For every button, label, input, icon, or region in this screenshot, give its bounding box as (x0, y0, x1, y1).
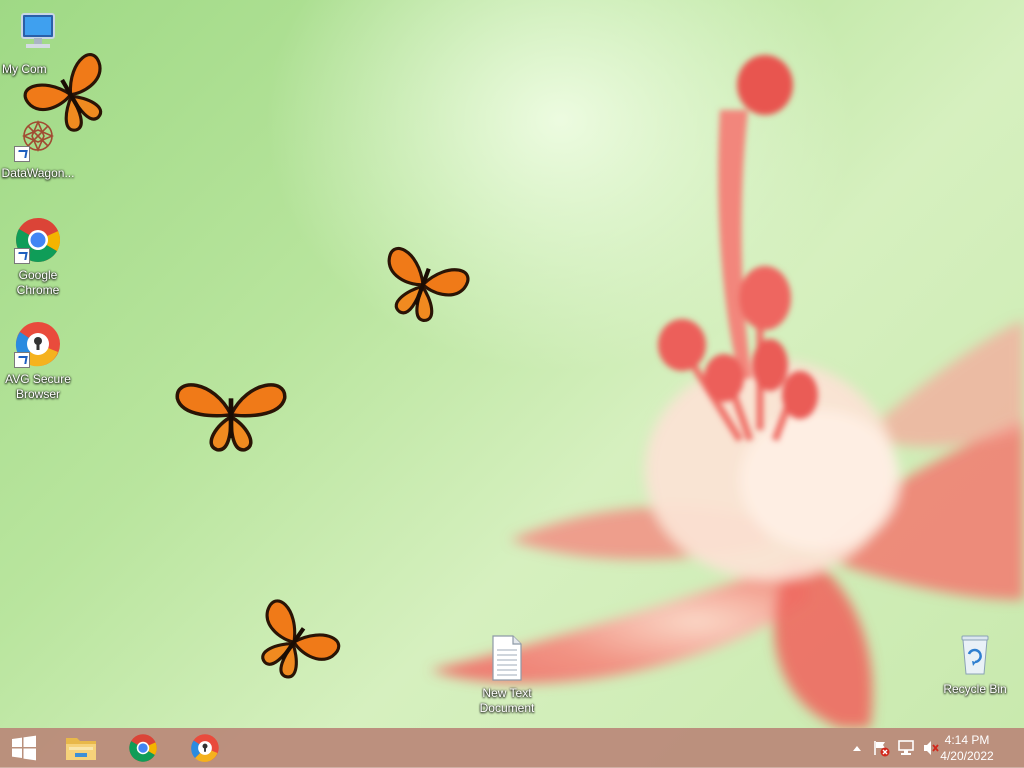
desktop-icon-label: DataWagon... (1, 166, 75, 180)
clock-time: 4:14 PM (944, 733, 990, 747)
taskbar-clock[interactable]: 4:14 PM 4/20/2022 (932, 732, 1002, 764)
avg-browser-icon (191, 734, 219, 762)
windows-start-icon (12, 735, 36, 761)
taskbar-file-explorer[interactable] (54, 728, 108, 768)
taskbar: 4:14 PM 4/20/2022 (0, 728, 1024, 768)
network-icon (898, 740, 914, 755)
start-button[interactable] (0, 728, 48, 768)
network-button[interactable] (895, 728, 917, 768)
desktop-icon-new-text-document[interactable]: New Text Document (467, 634, 547, 716)
action-center-button[interactable] (870, 728, 892, 768)
butterfly-icon (261, 599, 341, 679)
desktop-icon-avg-secure-browser[interactable]: AVG Secure Browser (0, 320, 78, 402)
desktop-icon-label: Recycle Bin (943, 682, 1007, 696)
clock-date: 4/20/2022 (940, 749, 994, 763)
file-explorer-icon (66, 738, 96, 760)
desktop-icon-label: New Text Document (479, 686, 535, 715)
shortcut-arrow-icon (14, 146, 30, 162)
wallpaper-flower (430, 55, 1024, 728)
butterfly-icon (387, 247, 470, 322)
desktop-icon-label: AVG Secure Browser (5, 372, 71, 401)
chrome-icon (129, 734, 157, 762)
butterfly-icon (175, 383, 287, 452)
desktop-icon-recycle-bin[interactable]: Recycle Bin (935, 630, 1015, 697)
chrome-icon (14, 216, 62, 264)
text-document-icon (483, 634, 531, 682)
action-center-flag-icon (874, 741, 890, 757)
shortcut-arrow-icon (14, 248, 30, 264)
show-hidden-icons-icon (853, 746, 861, 751)
butterfly-icon (23, 53, 103, 132)
taskbar-avg-browser[interactable] (178, 728, 232, 768)
desktop-icon-google-chrome[interactable]: Google Chrome (0, 216, 78, 298)
avg-browser-icon (14, 320, 62, 368)
desktop-icon-label: Google Chrome (16, 268, 60, 297)
shortcut-arrow-icon (14, 352, 30, 368)
taskbar-chrome[interactable] (116, 728, 170, 768)
recycle-bin-icon (951, 630, 999, 678)
show-hidden-icons-button[interactable] (848, 728, 866, 768)
